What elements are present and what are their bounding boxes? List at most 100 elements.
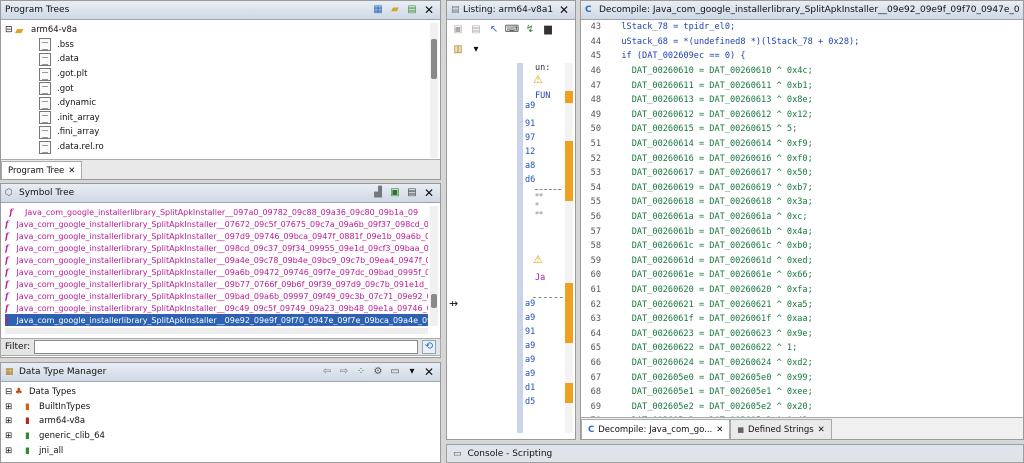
cursor-icon[interactable]: ↖ bbox=[487, 23, 501, 37]
code-line[interactable]: 51 DAT_00260614 = DAT_00260614 ^ 0xf9; bbox=[589, 137, 1013, 152]
tab-defined-strings[interactable]: ▦ Defined Strings ✕ bbox=[730, 419, 832, 439]
symbol-item[interactable]: f Java_com_google_installerlibrary_SplitA… bbox=[5, 302, 428, 314]
code-line[interactable]: 63 DAT_0026061f = DAT_0026061f ^ 0xaa; bbox=[589, 312, 1013, 327]
dtm-item[interactable]: ⊞ ▮ generic_clib_64 bbox=[5, 429, 436, 444]
settings-icon[interactable]: ⚙ bbox=[371, 365, 385, 379]
open-folder-icon[interactable]: ▰ bbox=[388, 3, 402, 17]
listing-byte[interactable]: d6 bbox=[525, 175, 535, 185]
code-line[interactable]: 49 DAT_00260612 = DAT_00260612 ^ 0x12; bbox=[589, 108, 1013, 123]
console-bar[interactable]: ▭ Console - Scripting bbox=[446, 444, 1024, 463]
code-line[interactable]: 47 DAT_00260611 = DAT_00260611 ^ 0xb1; bbox=[589, 78, 1013, 93]
field-icon[interactable]: ⌨ bbox=[505, 23, 519, 37]
listing-byte[interactable]: a9 bbox=[525, 341, 535, 351]
back-arrow-icon[interactable]: ⇦ bbox=[320, 365, 334, 379]
code-line[interactable]: 58 DAT_0026061c = DAT_0026061c ^ 0xb0; bbox=[589, 239, 1013, 254]
code-line[interactable]: 43 lStack_78 = tpidr_el0; bbox=[589, 20, 1013, 35]
expand-icon[interactable]: ⊞ bbox=[5, 446, 25, 456]
dtm-item[interactable]: ⊞ ▮ jni_all bbox=[5, 443, 436, 458]
symbol-item[interactable]: f Java_com_google_installerlibrary_SplitA… bbox=[5, 254, 428, 266]
dtm-root[interactable]: ⊟ ♣ Data Types bbox=[5, 385, 436, 400]
listing-byte[interactable]: 91 bbox=[525, 327, 535, 337]
close-icon[interactable]: ✕ bbox=[557, 3, 571, 17]
tree-item[interactable]: .data.rel.ro bbox=[5, 140, 430, 155]
code-line[interactable]: 45 if (DAT_002609ec == 0) { bbox=[589, 49, 1013, 64]
collapse-icon[interactable]: ⊟ bbox=[5, 25, 15, 35]
graph-icon[interactable]: ↯ bbox=[523, 23, 537, 37]
symbol-item[interactable]: f Java_com_google_installerlibrary_SplitA… bbox=[5, 218, 428, 230]
symbol-item[interactable]: f Java_com_google_installerlibrary_SplitA… bbox=[5, 278, 428, 290]
code-line[interactable]: 55 DAT_00260618 = DAT_00260618 ^ 0x3a; bbox=[589, 195, 1013, 210]
close-icon[interactable]: ✕ bbox=[422, 365, 436, 379]
export-icon[interactable]: ▣ bbox=[388, 186, 402, 200]
listing-byte[interactable]: a9 bbox=[525, 101, 535, 111]
tree-root[interactable]: ⊟ ▰ arm64-v8a bbox=[5, 23, 430, 38]
listing-byte[interactable]: a9 bbox=[525, 299, 535, 309]
tree-item[interactable]: .init_array bbox=[5, 111, 430, 126]
code-line[interactable]: 57 DAT_0026061b = DAT_0026061b ^ 0x4a; bbox=[589, 224, 1013, 239]
symbol-item[interactable]: f Java_com_google_installerlibrary_SplitA… bbox=[5, 242, 428, 254]
tab-decompile[interactable]: C Decompile: Java_com_go... ✕ bbox=[581, 419, 731, 439]
listing-byte[interactable]: a9 bbox=[525, 355, 535, 365]
forward-arrow-icon[interactable]: ⇨ bbox=[337, 365, 351, 379]
namespace-icon[interactable]: ▟ bbox=[371, 186, 385, 200]
code-line[interactable]: 59 DAT_0026061d = DAT_0026061d ^ 0xed; bbox=[589, 254, 1013, 269]
program-tree-scrollbar[interactable] bbox=[430, 23, 438, 158]
dropdown-icon[interactable]: ▾ bbox=[405, 365, 419, 379]
code-line[interactable]: 52 DAT_00260616 = DAT_00260616 ^ 0xf0; bbox=[589, 151, 1013, 166]
options-icon[interactable]: ⁘ bbox=[354, 365, 368, 379]
code-line[interactable]: 46 DAT_00260610 = DAT_00260610 ^ 0x4c; bbox=[589, 64, 1013, 79]
filter-input[interactable] bbox=[34, 340, 418, 354]
copy-icon[interactable]: ▣ bbox=[451, 23, 465, 37]
code-line[interactable]: 66 DAT_00260624 = DAT_00260624 ^ 0xd2; bbox=[589, 356, 1013, 371]
close-icon[interactable]: ✕ bbox=[68, 166, 75, 176]
code-line[interactable]: 69 DAT_002605e2 = DAT_002605e2 ^ 0x20; bbox=[589, 399, 1013, 414]
edit-icon[interactable]: ▤ bbox=[405, 3, 419, 17]
code-line[interactable]: 67 DAT_002605e0 = DAT_002605e0 ^ 0x99; bbox=[589, 370, 1013, 385]
listing-byte[interactable]: a9 bbox=[525, 369, 535, 379]
listing-byte[interactable]: a9 bbox=[525, 313, 535, 323]
code-line[interactable]: 48 DAT_00260613 = DAT_00260613 ^ 0x8e; bbox=[589, 93, 1013, 108]
snapshot-icon[interactable]: ▆ bbox=[541, 23, 555, 37]
tree-item[interactable]: .got bbox=[5, 81, 430, 96]
close-icon[interactable]: ✕ bbox=[422, 186, 436, 200]
window-icon[interactable]: ▭ bbox=[388, 365, 402, 379]
code-line[interactable]: 53 DAT_00260617 = DAT_00260617 ^ 0x50; bbox=[589, 166, 1013, 181]
expand-icon[interactable]: ⊞ bbox=[5, 431, 25, 441]
splitter-arrow-icon[interactable]: ⇸ bbox=[449, 297, 458, 310]
new-tree-icon[interactable]: ▦ bbox=[371, 3, 385, 17]
symbol-hscroll[interactable] bbox=[5, 328, 428, 334]
code-line[interactable]: 60 DAT_0026061e = DAT_0026061e ^ 0x66; bbox=[589, 268, 1013, 283]
listing-byte[interactable]: 91 bbox=[525, 119, 535, 129]
listing-byte[interactable]: 97 bbox=[525, 133, 535, 143]
symbol-item[interactable]: f Java_com_google_installerlibrary_SplitA… bbox=[5, 266, 428, 278]
code-line[interactable]: 56 DAT_0026061a = DAT_0026061a ^ 0xc; bbox=[589, 210, 1013, 225]
code-line[interactable]: 54 DAT_00260619 = DAT_00260619 ^ 0xb7; bbox=[589, 181, 1013, 196]
layout-icon[interactable]: ▥ bbox=[451, 43, 465, 57]
expand-icon[interactable]: ⊞ bbox=[5, 402, 25, 412]
tree-item[interactable]: .fini_array bbox=[5, 125, 430, 140]
tree-item[interactable]: .got.plt bbox=[5, 67, 430, 82]
code-line[interactable]: 62 DAT_00260621 = DAT_00260621 ^ 0xa5; bbox=[589, 297, 1013, 312]
code-line[interactable]: 50 DAT_00260615 = DAT_00260615 ^ 5; bbox=[589, 122, 1013, 137]
listing-byte[interactable]: a8 bbox=[525, 161, 535, 171]
close-icon[interactable]: ✕ bbox=[818, 425, 825, 435]
listing-byte[interactable]: 12 bbox=[525, 147, 535, 157]
close-icon[interactable]: ✕ bbox=[716, 425, 723, 435]
symbol-item[interactable]: f Java_com_google_installerlibrary_SplitA… bbox=[5, 230, 428, 242]
dtm-item[interactable]: ⊞ ▮ BuiltInTypes bbox=[5, 400, 436, 415]
clear-filter-icon[interactable]: ⟲ bbox=[422, 340, 436, 354]
close-icon[interactable]: ✕ bbox=[422, 3, 436, 17]
symbol-tree-scrollbar[interactable] bbox=[430, 206, 438, 326]
code-line[interactable]: 61 DAT_00260620 = DAT_00260620 ^ 0xfa; bbox=[589, 283, 1013, 298]
code-line[interactable]: 44 uStack_68 = *(undefined8 *)(lStack_78… bbox=[589, 35, 1013, 50]
code-line[interactable]: 65 DAT_00260622 = DAT_00260622 ^ 1; bbox=[589, 341, 1013, 356]
code-line[interactable]: 68 DAT_002605e1 = DAT_002605e1 ^ 0xee; bbox=[589, 385, 1013, 400]
class-icon[interactable]: ▤ bbox=[405, 186, 419, 200]
expand-icon[interactable]: ⊞ bbox=[5, 416, 25, 426]
listing-byte[interactable]: d1 bbox=[525, 383, 535, 393]
code-line[interactable]: 64 DAT_00260623 = DAT_00260623 ^ 0x9e; bbox=[589, 326, 1013, 341]
symbol-item[interactable]: f Java_com_google_installerlibrary_SplitA… bbox=[5, 206, 428, 218]
dtm-item[interactable]: ⊞ ▮ arm64-v8a bbox=[5, 414, 436, 429]
paste-icon[interactable]: ▤ bbox=[469, 23, 483, 37]
listing-overview-bar[interactable] bbox=[565, 63, 573, 433]
